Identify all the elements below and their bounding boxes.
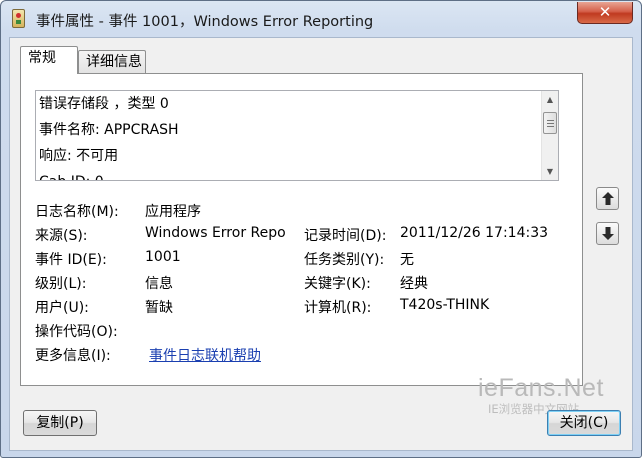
task-category-label: 任务类别(Y): bbox=[304, 252, 385, 268]
source-label: 来源(S): bbox=[35, 228, 88, 244]
event-properties-window: 事件属性 - 事件 1001，Windows Error Reporting ✕… bbox=[0, 0, 642, 458]
online-help-link[interactable]: 事件日志联机帮助 bbox=[149, 345, 261, 365]
keywords-value: 经典 bbox=[400, 276, 428, 292]
tab-general[interactable]: 常规 bbox=[20, 46, 78, 74]
general-tab-panel: 错误存储段 ，类型 0 事件名称: APPCRASH 响应: 不可用 Cab I… bbox=[20, 73, 583, 386]
logged-value: 2011/12/26 17:14:33 bbox=[400, 225, 549, 241]
tab-details[interactable]: 详细信息 bbox=[78, 50, 146, 74]
next-event-button[interactable] bbox=[596, 222, 619, 245]
keywords-label: 关键字(K): bbox=[304, 276, 371, 292]
title-bar[interactable]: 事件属性 - 事件 1001，Windows Error Reporting ✕ bbox=[1, 1, 641, 37]
more-info-label: 更多信息(I): bbox=[35, 348, 111, 364]
description-line: 响应: 不可用 bbox=[39, 148, 119, 164]
event-viewer-icon bbox=[12, 9, 25, 28]
arrow-up-icon bbox=[602, 192, 614, 205]
event-description-box[interactable]: 错误存储段 ，类型 0 事件名称: APPCRASH 响应: 不可用 Cab I… bbox=[35, 90, 559, 181]
source-value: Windows Error Repo bbox=[145, 225, 286, 241]
window-title: 事件属性 - 事件 1001，Windows Error Reporting bbox=[36, 14, 374, 30]
description-scrollbar[interactable]: ▲ ▼ bbox=[541, 91, 558, 180]
computer-label: 计算机(R): bbox=[304, 300, 372, 316]
computer-value: T420s-THINK bbox=[400, 297, 490, 313]
user-label: 用户(U): bbox=[35, 300, 89, 316]
user-value: 暂缺 bbox=[145, 300, 173, 316]
arrow-down-icon bbox=[602, 227, 614, 240]
event-id-value: 1001 bbox=[145, 249, 181, 265]
description-line: 事件名称: APPCRASH bbox=[39, 122, 179, 138]
scroll-up-arrow-icon[interactable]: ▲ bbox=[542, 91, 558, 108]
window-close-button[interactable]: ✕ bbox=[577, 2, 633, 24]
level-label: 级别(L): bbox=[35, 276, 87, 292]
scrollbar-thumb[interactable] bbox=[543, 112, 557, 134]
event-id-label: 事件 ID(E): bbox=[35, 252, 107, 268]
opcode-label: 操作代码(O): bbox=[35, 324, 118, 340]
scroll-down-arrow-icon[interactable]: ▼ bbox=[542, 163, 558, 180]
watermark-brand: ieFans.Net bbox=[478, 374, 604, 402]
level-value: 信息 bbox=[145, 276, 173, 292]
previous-event-button[interactable] bbox=[596, 187, 619, 210]
logged-label: 记录时间(D): bbox=[304, 228, 387, 244]
dialog-client-area: 常规 详细信息 错误存储段 ，类型 0 事件名称: APPCRASH 响应: 不… bbox=[9, 37, 633, 451]
log-name-label: 日志名称(M): bbox=[35, 204, 119, 220]
task-category-value: 无 bbox=[400, 252, 414, 268]
description-line: Cab ID: 0 bbox=[39, 172, 539, 180]
log-name-value: 应用程序 bbox=[145, 204, 201, 220]
event-description-text: 错误存储段 ，类型 0 事件名称: APPCRASH 响应: 不可用 Cab I… bbox=[39, 94, 539, 180]
description-line: 错误存储段 ，类型 0 bbox=[39, 96, 169, 112]
copy-button[interactable]: 复制(P) bbox=[23, 410, 97, 436]
close-button[interactable]: 关闭(C) bbox=[547, 410, 621, 436]
